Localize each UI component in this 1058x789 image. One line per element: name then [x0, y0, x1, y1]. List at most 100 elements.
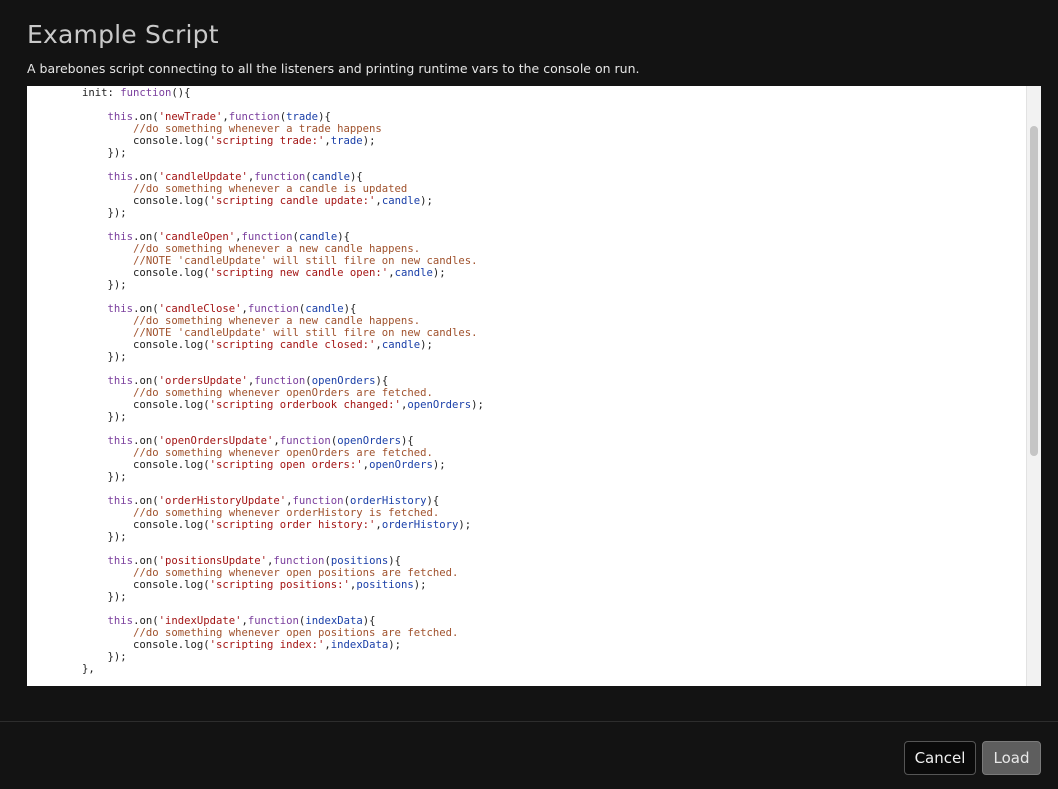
- code-line: //do something whenever a new candle hap…: [31, 243, 777, 255]
- string-token: 'candleOpen': [158, 231, 236, 243]
- string-token: 'positionsUpdate': [158, 555, 268, 567]
- code-token: });: [31, 531, 127, 543]
- code-line: });: [31, 591, 777, 603]
- string-token: 'scripting candle update:': [209, 195, 376, 207]
- scrollbar-thumb[interactable]: [1030, 126, 1038, 456]
- code-line: init: function(){: [31, 87, 777, 99]
- string-token: 'scripting trade:': [209, 135, 325, 147]
- code-token: init:: [31, 87, 121, 99]
- code-editor[interactable]: info: 'A barebones script connecting to …: [27, 86, 1041, 686]
- dialog-title: Example Script: [27, 20, 219, 49]
- variable-token: candle: [311, 171, 350, 183]
- variable-token: indexData: [305, 615, 363, 627]
- code-line: //do something whenever a trade happens: [31, 123, 777, 135]
- comment-token: //do something whenever openOrders are f…: [133, 447, 433, 459]
- variable-token: positions: [356, 579, 414, 591]
- code-line: });: [31, 651, 777, 663]
- code-line: console.log('scripting candle closed:',c…: [31, 339, 777, 351]
- code-token: ){: [349, 171, 363, 183]
- variable-token: candle: [298, 231, 338, 243]
- code-token: );: [420, 339, 433, 351]
- code-token: });: [31, 651, 127, 663]
- code-token: ){: [318, 111, 331, 123]
- string-token: 'candleUpdate': [158, 171, 248, 183]
- code-token: .on(: [133, 231, 159, 243]
- code-token: .on(: [133, 303, 159, 315]
- comment-token: //NOTE 'candleUpdate' will still filre o…: [133, 327, 478, 339]
- keyword-token: this: [107, 303, 134, 315]
- code-line: });: [31, 471, 777, 483]
- code-token: console.log(: [31, 399, 210, 411]
- string-token: 'scripting new candle open:': [209, 267, 389, 279]
- string-token: 'ordersUpdate': [158, 375, 248, 387]
- code-token: },: [31, 663, 95, 675]
- string-token: 'scripting positions:': [209, 579, 350, 591]
- code-token: console.log(: [31, 195, 210, 207]
- string-token: 'A barebones script connecting to all th…: [127, 86, 771, 87]
- code-line: this.on('openOrdersUpdate',function(open…: [31, 435, 777, 447]
- code-token: );: [420, 195, 433, 207]
- code-line: this.on('newTrade',function(trade){: [31, 111, 777, 123]
- variable-token: orderHistory: [349, 495, 427, 507]
- code-token: ){: [362, 615, 376, 627]
- string-token: 'openOrdersUpdate': [158, 435, 274, 447]
- string-token: 'scripting index:': [209, 639, 325, 651]
- code-token: ){: [375, 375, 389, 387]
- variable-token: indexData: [330, 639, 389, 651]
- code-content[interactable]: info: 'A barebones script connecting to …: [27, 86, 777, 675]
- string-token: 'indexUpdate': [158, 615, 242, 627]
- keyword-token: this: [107, 375, 134, 387]
- code-line: this.on('candleUpdate',function(candle){: [31, 171, 777, 183]
- code-line: });: [31, 147, 777, 159]
- variable-token: trade: [330, 135, 363, 147]
- editor-scrollbar[interactable]: [1026, 86, 1041, 686]
- comment-token: //do something whenever a new candle hap…: [133, 243, 421, 255]
- code-token: .on(: [133, 111, 159, 123]
- keyword-token: function: [120, 87, 172, 99]
- code-token: .on(: [133, 171, 159, 183]
- code-token: ){: [343, 303, 357, 315]
- load-button[interactable]: Load: [982, 741, 1041, 775]
- code-line: this.on('orderHistoryUpdate',function(or…: [31, 495, 777, 507]
- variable-token: candle: [381, 339, 421, 351]
- dialog-description: A barebones script connecting to all the…: [27, 61, 640, 76]
- code-token: .on(: [133, 435, 159, 447]
- code-token: console.log(: [31, 519, 210, 531]
- variable-token: trade: [286, 111, 319, 123]
- code-token: console.log(: [31, 267, 210, 279]
- code-token: ,: [771, 86, 777, 87]
- code-token: });: [31, 147, 127, 159]
- keyword-token: this: [107, 171, 134, 183]
- keyword-token: function: [241, 231, 293, 243]
- code-line: this.on('positionsUpdate',function(posit…: [31, 555, 777, 567]
- comment-token: //do something whenever a candle is upda…: [133, 183, 408, 195]
- code-token: console.log(: [31, 135, 210, 147]
- code-line: //NOTE 'candleUpdate' will still filre o…: [31, 327, 777, 339]
- keyword-token: this: [107, 231, 134, 243]
- code-token: ){: [426, 495, 440, 507]
- comment-token: //do something whenever openOrders are f…: [133, 387, 433, 399]
- code-line: console.log('scripting new candle open:'…: [31, 267, 777, 279]
- keyword-token: this: [107, 555, 134, 567]
- cancel-button[interactable]: Cancel: [904, 741, 976, 775]
- code-line: //do something whenever open positions a…: [31, 567, 777, 579]
- code-line: console.log('scripting open orders:',ope…: [31, 459, 777, 471]
- code-line: });: [31, 279, 777, 291]
- code-token: .on(: [133, 375, 159, 387]
